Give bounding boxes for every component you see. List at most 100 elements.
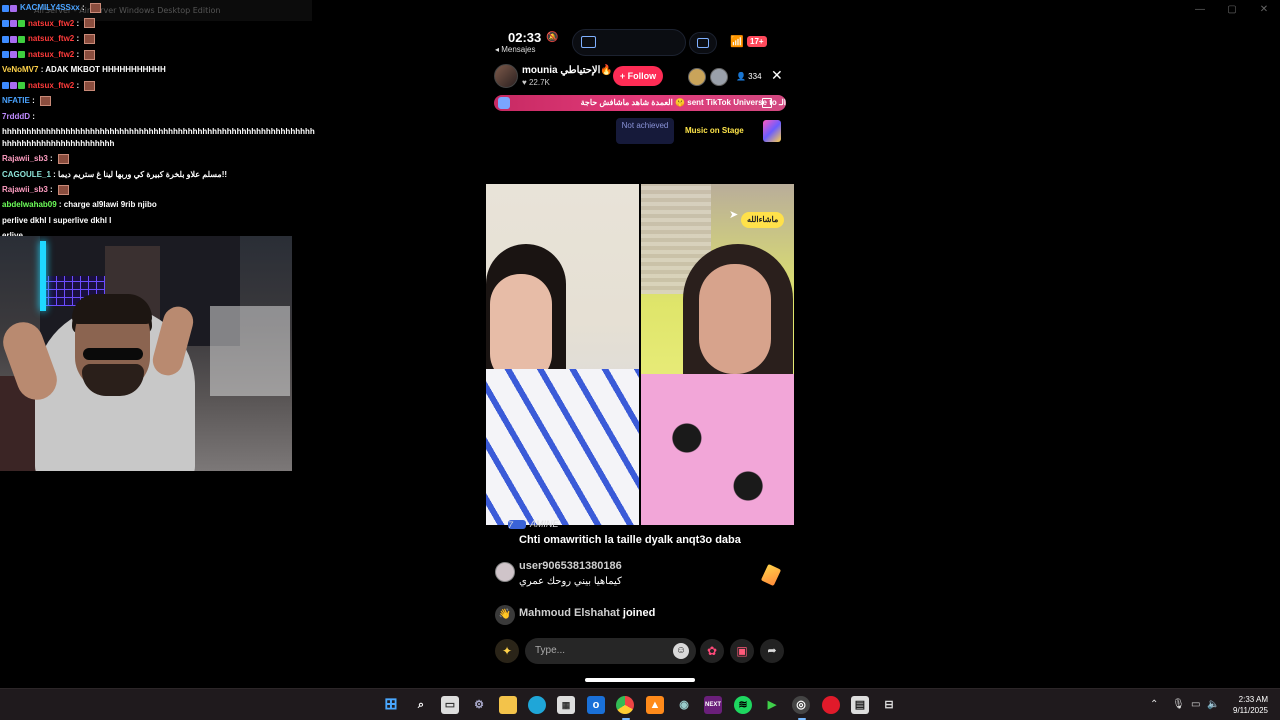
- chat-message: NFATIE :: [0, 93, 330, 108]
- chat-emote-icon: [89, 2, 101, 13]
- vlc-icon[interactable]: ▲: [646, 696, 664, 714]
- clock-time: 2:33 AM: [1238, 695, 1268, 704]
- chat-username[interactable]: NFATIE: [2, 96, 30, 105]
- outlook-icon[interactable]: o: [587, 696, 605, 714]
- left-video-feed: [486, 184, 639, 525]
- viewer-count[interactable]: 👤 334: [736, 72, 762, 81]
- chat-emote-icon: [39, 96, 51, 107]
- gift-box-icon[interactable]: ▣: [730, 639, 754, 663]
- chat-username[interactable]: abdelwahab09: [2, 200, 57, 209]
- avatar[interactable]: [494, 64, 518, 88]
- comment-input[interactable]: Type...: [525, 638, 696, 664]
- chat-username[interactable]: Rajawii_sb3: [2, 185, 48, 194]
- spotify-icon[interactable]: ≋: [734, 696, 752, 714]
- taskbar: ⊞ ⌕ ▭ ⚙ ▦ o ▲ ◉ NEXT ≋ ▶ ◎ ▤ ⊟ ⌃ 🎙 ▭ 🔈 2…: [0, 688, 1280, 720]
- chat-username[interactable]: Rajawii_sb3: [2, 154, 48, 163]
- maximize-button[interactable]: ▢: [1216, 0, 1248, 20]
- gift-icon[interactable]: [760, 563, 782, 587]
- dynamic-island: [572, 29, 686, 56]
- tiktok-live-screen: 02:33 🔕 ◂ Mensajes 📶 17+ mounia الإحتياط…: [486, 22, 794, 686]
- chat-message: abdelwahab09 : charge al9lawi 9rib njibo: [2, 200, 157, 210]
- chat-badges-icon: [2, 47, 26, 62]
- gift-icon: [498, 97, 510, 109]
- file-explorer-icon[interactable]: [499, 696, 517, 714]
- edge-browser-icon[interactable]: [528, 696, 546, 714]
- comment-username[interactable]: user9065381380186: [519, 560, 622, 572]
- game-launcher-icon[interactable]: ▶: [763, 696, 781, 714]
- webcam-feed: [0, 236, 292, 471]
- chat-message: natsux_ftw2 :: [0, 78, 330, 94]
- chat-message: VeNoMV7 : ADAK MKBOT HHHHHHHHHHH: [2, 65, 166, 75]
- chat-message: Rajawii_sb3 :: [0, 182, 330, 197]
- chat-message: CAGOULE_1 : مسلم علاو بلخرة كبيرة كي ورب…: [2, 169, 228, 179]
- close-live-button[interactable]: ✕: [771, 67, 783, 84]
- chrome-icon[interactable]: [616, 696, 634, 720]
- comment-partial: 7 AMINE: [508, 519, 559, 531]
- battery-badge: 17+: [747, 36, 767, 47]
- chat-username[interactable]: natsux_ftw2: [28, 81, 74, 90]
- home-indicator[interactable]: [585, 678, 695, 682]
- avatar[interactable]: [495, 562, 515, 582]
- store-icon[interactable]: ▦: [557, 696, 575, 714]
- chat-username[interactable]: KACMILY4SSxx: [20, 3, 80, 12]
- host-profile[interactable]: mounia الإحتياطي🔥 ♥ 22.7K: [494, 64, 613, 88]
- rose-icon[interactable]: ✿: [700, 639, 724, 663]
- microphone-icon[interactable]: 🎙: [1172, 699, 1185, 710]
- chat-username[interactable]: VeNoMV7: [2, 65, 38, 74]
- chat-message: hhhhhhhhhhhhhhhhhhhhhhhhhhhhhhhhhhhhhhhh…: [0, 124, 318, 151]
- back-to-messages-link[interactable]: ◂ Mensajes: [495, 45, 535, 54]
- chat-username[interactable]: natsux_ftw2: [28, 50, 74, 59]
- chat-text: ADAK MKBOT HHHHHHHHHHH: [45, 65, 166, 75]
- viewer-avatar[interactable]: [710, 68, 728, 86]
- chat-emote-icon: [57, 184, 69, 195]
- nexus-icon[interactable]: NEXT: [704, 696, 722, 714]
- taskbar-clock[interactable]: 2:33 AM 9/11/2025: [1226, 694, 1268, 716]
- pointer-icon: ➤: [729, 209, 739, 221]
- chat-username[interactable]: natsux_ftw2: [28, 34, 74, 43]
- join-notice: Mahmoud Elshahat joined: [519, 607, 656, 619]
- comment-text: Chti omawritich la taille dyalk anqt3o d…: [519, 534, 741, 546]
- chat-badges-icon: [2, 0, 18, 15]
- settings-gear-icon[interactable]: ⚙: [470, 696, 488, 714]
- chat-emote-icon: [84, 34, 96, 45]
- gift-banner[interactable]: الـ sent TikTok Universe to 🤫 العمدة شاه…: [494, 95, 786, 111]
- chat-username[interactable]: 7rdddD: [2, 112, 30, 121]
- quick-gift-button[interactable]: ✦: [495, 639, 519, 663]
- app-tray-icon[interactable]: ⊟: [880, 696, 898, 714]
- opera-icon[interactable]: [822, 696, 840, 714]
- share-icon[interactable]: ➦: [760, 639, 784, 663]
- host-name: mounia الإحتياطي🔥: [522, 65, 613, 76]
- gift-box-icon: [762, 98, 772, 108]
- clock-date: 9/11/2025: [1233, 706, 1268, 715]
- chat-badges-icon: [2, 78, 26, 93]
- network-icon[interactable]: ▭: [1191, 699, 1200, 710]
- music-on-stage-label[interactable]: Music on Stage: [685, 126, 744, 135]
- bell-muted-icon: 🔕: [546, 32, 559, 43]
- follow-button[interactable]: + Follow: [613, 66, 663, 86]
- task-view-icon[interactable]: ▭: [441, 696, 459, 714]
- wifi-icon: 📶: [730, 36, 744, 48]
- video-caption-tag: ماشاءالله: [741, 212, 785, 228]
- level-badge: 7: [508, 520, 526, 530]
- chat-text: perlive dkhl l superlive dkhl l: [2, 215, 112, 225]
- app-window-icon[interactable]: ▤: [851, 696, 869, 714]
- chat-username[interactable]: CAGOULE_1: [2, 170, 51, 179]
- obs-icon[interactable]: ◎: [792, 696, 810, 720]
- close-button[interactable]: ✕: [1248, 0, 1280, 20]
- volume-icon[interactable]: 🔈: [1207, 699, 1219, 710]
- search-icon[interactable]: ⌕: [412, 696, 430, 714]
- windows-start-icon[interactable]: ⊞: [382, 696, 400, 714]
- viewer-avatar[interactable]: [688, 68, 706, 86]
- minimize-button[interactable]: —: [1184, 0, 1216, 20]
- chat-username[interactable]: natsux_ftw2: [28, 19, 74, 28]
- achievement-status[interactable]: Not achieved: [616, 118, 674, 144]
- chat-emote-icon: [57, 154, 69, 165]
- emoji-icon[interactable]: ☺: [673, 643, 689, 659]
- stage-icon[interactable]: [763, 120, 781, 142]
- chevron-up-icon[interactable]: ⌃: [1150, 699, 1158, 710]
- steam-icon[interactable]: ◉: [675, 696, 693, 714]
- chat-text: hhhhhhhhhhhhhhhhhhhhhhhhhhhhhhhhhhhhhhhh…: [2, 127, 315, 149]
- chat-badges-icon: [2, 31, 26, 46]
- chat-emote-icon: [84, 80, 96, 91]
- right-video-feed: ➤ ماشاءالله: [641, 184, 794, 525]
